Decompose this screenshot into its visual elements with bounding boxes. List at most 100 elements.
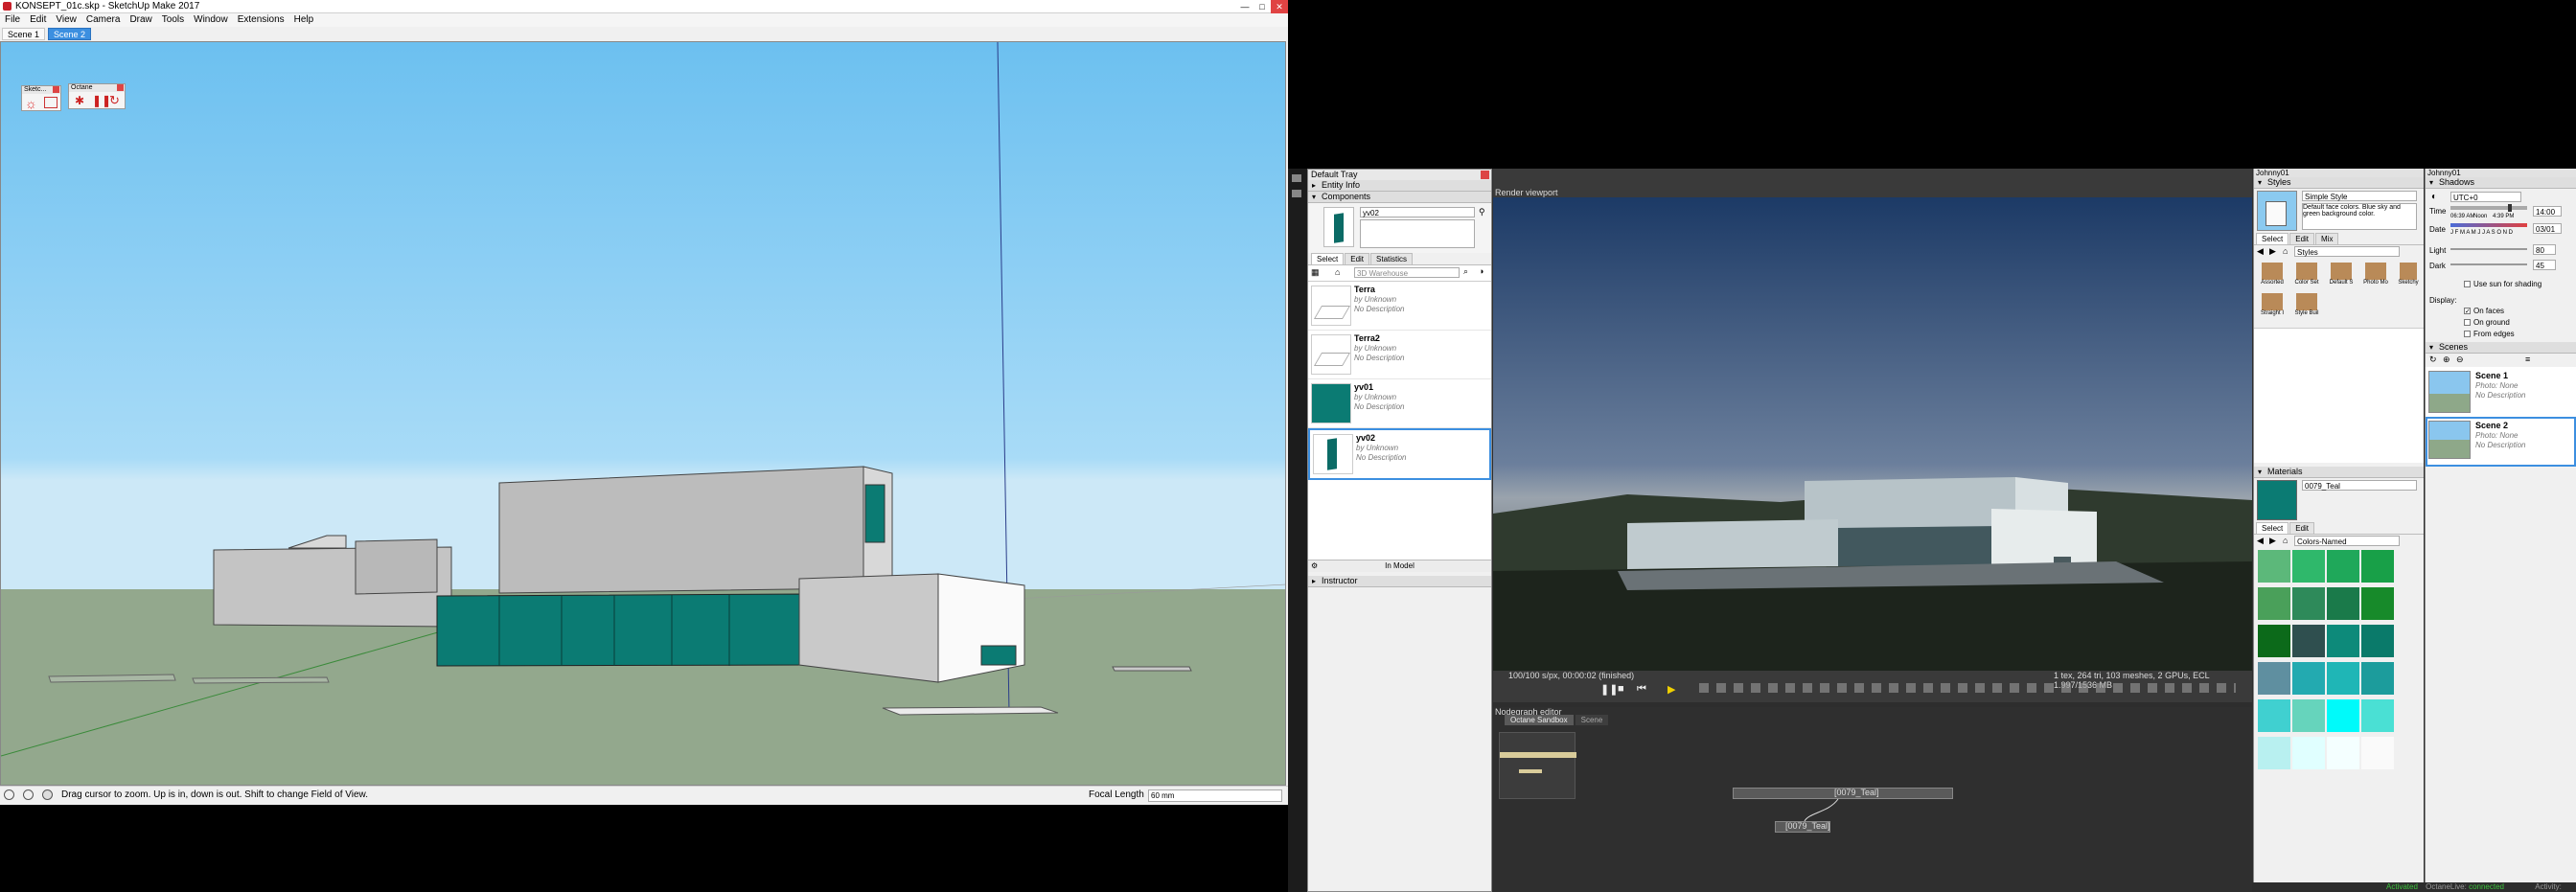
forward-icon[interactable]: ▶ [2269,536,2276,546]
material-swatch-item[interactable] [2327,587,2359,620]
minimize-button[interactable]: — [1236,0,1254,13]
search-icon[interactable]: ⌕ [1463,266,1468,277]
material-collection-select[interactable]: Colors-Named [2294,536,2400,546]
material-swatch-item[interactable] [2327,662,2359,695]
light-slider[interactable] [2450,248,2527,250]
view-options-icon[interactable]: ▦ [1311,267,1320,278]
settings-gear-icon[interactable]: ✱ [75,94,84,107]
styles-header[interactable]: Styles [2254,177,2424,189]
material-swatch-item[interactable] [2258,662,2290,695]
material-swatch-item[interactable] [2361,625,2394,657]
list-view-icon[interactable]: ≡ [2525,355,2530,364]
material-swatch-item[interactable] [2361,587,2394,620]
geo-location-icon[interactable] [4,789,14,800]
components-header[interactable]: Components [1308,192,1491,203]
component-details-icon[interactable]: ⚲ [1479,207,1485,217]
menu-edit[interactable]: Edit [25,13,51,27]
list-item[interactable]: Terra by Unknown No Description [1308,282,1491,331]
home-icon[interactable]: ⌂ [2283,246,2288,256]
layers-icon[interactable] [44,97,58,108]
style-folder-sketchy[interactable]: Sketchy [2394,263,2423,286]
style-folder-builder[interactable]: Style Buil [2290,293,2323,316]
pause-render-icon[interactable]: ❚❚ [1600,683,1618,696]
tab-mix[interactable]: Mix [2315,233,2339,244]
material-swatch-item[interactable] [2361,737,2394,769]
home-icon[interactable]: ⌂ [2283,536,2288,545]
restart-render-icon[interactable]: ⏮ [1637,683,1646,696]
style-folder-color-set[interactable]: Color Set [2290,263,2323,286]
material-swatch-item[interactable] [2327,625,2359,657]
material-swatch-item[interactable] [2258,737,2290,769]
material-swatch-item[interactable] [2258,699,2290,732]
material-swatch-item[interactable] [2258,587,2290,620]
component-name-field[interactable]: yv02 [1360,207,1475,217]
style-folder-assorted[interactable]: Assorted [2256,263,2288,286]
tab-edit[interactable]: Edit [2289,522,2315,534]
light-input[interactable]: 80 [2533,244,2556,255]
refresh-icon[interactable]: ↻ [2429,355,2437,365]
material-swatch-item[interactable] [2327,550,2359,583]
close-button[interactable]: ✕ [1271,0,1288,13]
menu-draw[interactable]: Draw [125,13,156,27]
menu-camera[interactable]: Camera [81,13,126,27]
material-swatch-item[interactable] [2361,662,2394,695]
scenes-header[interactable]: Scenes [2426,342,2576,354]
scene-tab-2[interactable]: Scene 2 [48,28,92,40]
menu-extensions[interactable]: Extensions [233,13,289,27]
style-collection-select[interactable]: Styles [2294,246,2400,257]
nodegraph-editor[interactable]: Nodegraph editor Octane Sandbox Scene [0… [1493,707,2252,892]
tab-select[interactable]: Select [2256,233,2289,244]
material-swatch-item[interactable] [2292,699,2325,732]
navigate-icon[interactable]: ◑ [1479,266,1484,276]
tab-edit[interactable]: Edit [2289,233,2315,244]
remove-scene-icon[interactable]: ⊖ [2456,355,2464,365]
stop-render-icon[interactable]: ■ [1618,683,1624,695]
tab-select[interactable]: Select [2256,522,2289,534]
style-description[interactable]: Default face colors. Blue sky and green … [2302,203,2417,230]
on-faces-checkbox[interactable]: ✓ [2464,308,2471,315]
material-swatch-item[interactable] [2292,737,2325,769]
material-swatch-item[interactable] [2327,699,2359,732]
tool-icon[interactable] [1292,174,1301,182]
tab-edit[interactable]: Edit [1345,253,1370,264]
material-swatch-item[interactable] [2292,587,2325,620]
style-folder-straight[interactable]: Straight I [2256,293,2288,316]
time-input[interactable]: 14:00 [2533,206,2562,217]
shadows-header[interactable]: Shadows [2426,177,2576,189]
on-ground-checkbox[interactable] [2464,319,2471,326]
measurement-input[interactable]: 60 mm [1148,789,1282,802]
dark-input[interactable]: 45 [2533,260,2556,270]
render-viewport[interactable] [1493,197,2252,682]
material-swatch-item[interactable] [2292,662,2325,695]
settings-gear-icon[interactable]: ⚙ [1311,560,1318,572]
menu-tools[interactable]: Tools [157,13,189,27]
forward-icon[interactable]: ▶ [2269,246,2276,257]
warehouse-search-input[interactable]: 3D Warehouse [1354,267,1460,278]
entity-info-header[interactable]: Entity Info [1308,180,1491,192]
refresh-icon[interactable]: ↻ [109,93,120,108]
tray-close-icon[interactable] [1481,171,1489,179]
dark-slider[interactable] [2450,263,2527,265]
scene-item[interactable]: Scene 1 Photo: None No Description [2426,367,2576,417]
menu-window[interactable]: Window [189,13,233,27]
material-swatch-item[interactable] [2292,625,2325,657]
menu-view[interactable]: View [51,13,81,27]
date-slider[interactable] [2450,223,2527,227]
tab-statistics[interactable]: Statistics [1370,253,1414,264]
material-swatch-item[interactable] [2361,699,2394,732]
play-render-icon[interactable]: ▶ [1668,683,1675,696]
list-item[interactable]: Terra2 by Unknown No Description [1308,331,1491,379]
sun-icon[interactable]: ☼ [25,96,37,111]
style-name-field[interactable]: Simple Style [2302,191,2417,201]
tool-icon[interactable] [1292,190,1301,197]
home-icon[interactable]: ⌂ [1335,267,1340,277]
toolbar-close-icon[interactable] [117,84,124,91]
back-icon[interactable]: ◀ [2257,536,2264,546]
material-swatch-item[interactable] [2361,550,2394,583]
credits-icon[interactable] [23,789,34,800]
material-name-field[interactable]: 0079_Teal [2302,480,2417,491]
scene-tab-1[interactable]: Scene 1 [2,28,46,40]
back-icon[interactable]: ◀ [2257,246,2264,257]
use-sun-checkbox[interactable] [2464,281,2471,287]
list-item-selected[interactable]: yv02 by Unknown No Description [1308,428,1491,480]
